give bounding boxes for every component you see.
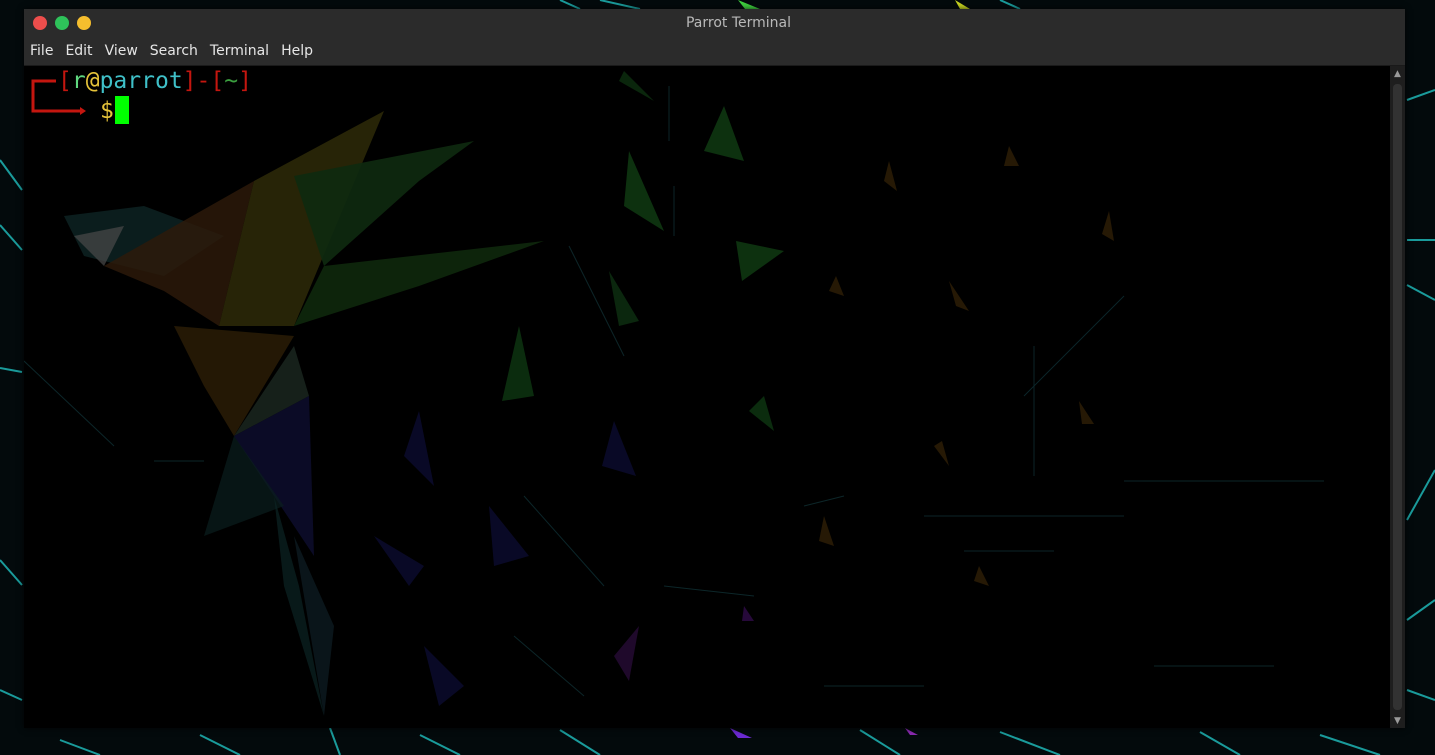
title-bar[interactable]: Parrot Terminal: [24, 9, 1405, 38]
prompt-dir-bracket-close: ]: [238, 68, 252, 94]
menu-bar: File Edit View Search Terminal Help: [24, 38, 1405, 66]
window-title: Parrot Terminal: [685, 15, 792, 31]
desktop: Parrot Terminal File Edit View Search Te…: [0, 0, 1435, 755]
prompt-symbol: $: [100, 98, 114, 124]
scrollbar-thumb[interactable]: [1393, 84, 1402, 710]
menu-help[interactable]: Help: [275, 38, 319, 65]
arrow-down-icon[interactable]: ▼: [1390, 713, 1405, 728]
prompt-dir-bracket-open: [: [210, 68, 225, 94]
menu-terminal[interactable]: Terminal: [204, 38, 275, 65]
command-line[interactable]: $: [100, 96, 129, 126]
menu-view[interactable]: View: [99, 38, 144, 65]
terminal-area[interactable]: [r@parrot]-[~] $: [24, 66, 1390, 728]
text-cursor: [114, 96, 129, 124]
terminal-window: Parrot Terminal File Edit View Search Te…: [24, 9, 1405, 728]
menu-search[interactable]: Search: [144, 38, 204, 65]
menu-edit[interactable]: Edit: [59, 38, 98, 65]
prompt-dash: -: [196, 68, 211, 94]
arrow-up-icon[interactable]: ▲: [1390, 66, 1405, 81]
scrollbar[interactable]: ▲ ▼: [1390, 66, 1405, 728]
prompt-dir: ~: [224, 68, 239, 94]
parrot-wallpaper: [24, 71, 1324, 716]
menu-file[interactable]: File: [24, 38, 59, 65]
prompt-bracket-close: ]: [182, 68, 197, 94]
